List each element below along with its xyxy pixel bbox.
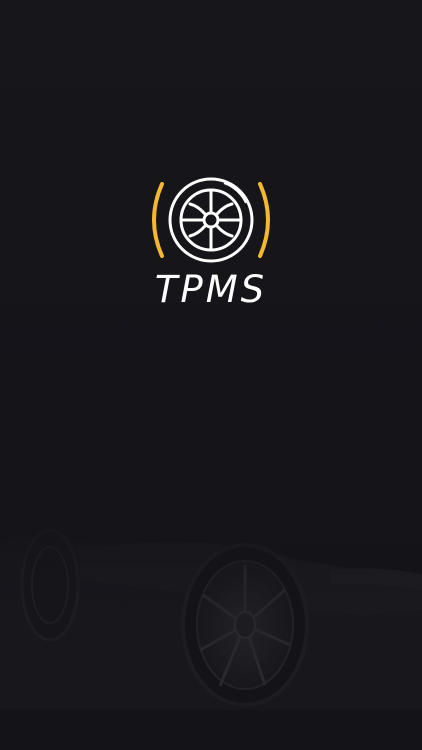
rear-wheel-shape	[20, 528, 80, 642]
tire-pressure-warning-icon	[148, 176, 274, 264]
splash-screen: TPMS	[0, 0, 422, 750]
background-car-image	[0, 528, 422, 710]
front-wheel-shape	[181, 543, 309, 707]
app-title: TPMS	[154, 268, 268, 311]
